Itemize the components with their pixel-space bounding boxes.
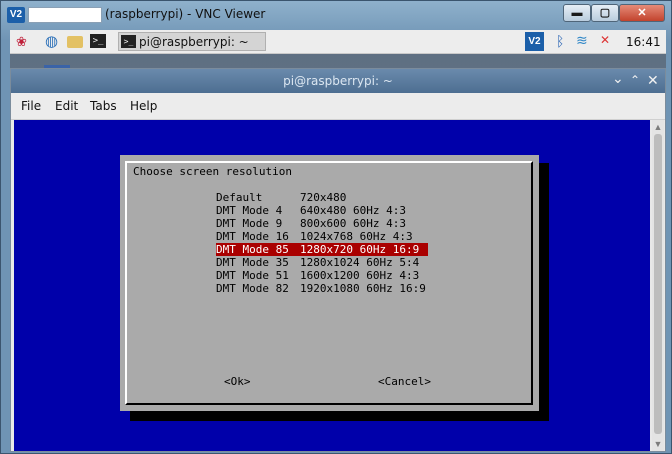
resolution-desc: 1024x768 60Hz 4:3 — [300, 230, 413, 243]
terminal-screen[interactable]: Choose screen resolution Default 720x480 D… — [14, 120, 650, 451]
cancel-button[interactable]: <Cancel> — [378, 375, 431, 388]
vnc-window-title: (raspberrypi) - VNC Viewer — [105, 7, 266, 21]
minimize-button[interactable]: ▬ — [563, 4, 591, 22]
wifi-icon[interactable]: ≋ — [576, 32, 588, 49]
resolution-desc: 1920x1080 60Hz 16:9 — [300, 282, 426, 295]
menu-edit[interactable]: Edit — [55, 99, 78, 113]
vnc-address-box — [28, 7, 102, 23]
resolution-option[interactable]: DMT Mode 82 1920x1080 60Hz 16:9 — [216, 282, 428, 295]
resolution-desc: 1600x1200 60Hz 4:3 — [300, 269, 420, 282]
resolution-mode: DMT Mode 4 — [216, 204, 283, 217]
resolution-dialog: Choose screen resolution Default 720x480 D… — [120, 155, 539, 411]
file-manager-icon[interactable] — [67, 36, 83, 48]
volume-muted-icon[interactable]: ✕ — [600, 33, 610, 47]
resolution-desc: 1280x720 60Hz 16:9 — [300, 243, 420, 256]
resolution-desc: 720x480 — [300, 191, 347, 204]
menu-tabs[interactable]: Tabs — [90, 99, 117, 113]
ok-button[interactable]: <Ok> — [224, 375, 251, 388]
resolution-mode: DMT Mode 35 — [216, 256, 289, 269]
resolution-option[interactable]: DMT Mode 35 1280x1024 60Hz 5:4 — [216, 256, 428, 269]
maximize-button[interactable]: ▢ — [591, 4, 619, 22]
scrollbar-thumb[interactable] — [654, 134, 662, 434]
resolution-desc: 640x480 60Hz 4:3 — [300, 204, 406, 217]
resolution-option[interactable]: DMT Mode 9 800x600 60Hz 4:3 — [216, 217, 428, 230]
resolution-option[interactable]: DMT Mode 4 640x480 60Hz 4:3 — [216, 204, 428, 217]
resolution-mode: DMT Mode 82 — [216, 282, 289, 295]
vnc-title-bar[interactable]: V2 (raspberrypi) - VNC Viewer ▬ ▢ ✕ — [1, 1, 672, 29]
resolution-option[interactable]: DMT Mode 16 1024x768 60Hz 4:3 — [216, 230, 428, 243]
resolution-list: Default 720x480 DMT Mode 4 640x480 60Hz 4:3… — [216, 191, 428, 295]
terminal-maximize-icon[interactable]: ⌃ — [630, 73, 640, 87]
terminal-title: pi@raspberrypi: ~ — [283, 74, 393, 88]
clock[interactable]: 16:41 — [626, 35, 661, 49]
raspberry-menu-icon[interactable]: ❀ — [13, 33, 30, 50]
web-browser-icon[interactable]: ◍ — [43, 33, 60, 50]
terminal-icon: >_ — [121, 35, 136, 48]
resolution-mode: Default — [216, 191, 263, 204]
resolution-mode: DMT Mode 51 — [216, 269, 289, 282]
dialog-heading: Choose screen resolution — [133, 165, 292, 178]
terminal-close-icon[interactable]: ✕ — [647, 72, 659, 89]
resolution-option[interactable]: DMT Mode 51 1600x1200 60Hz 4:3 — [216, 269, 428, 282]
terminal-icon[interactable]: >_ — [90, 34, 106, 48]
resolution-option[interactable]: DMT Mode 85 1280x720 60Hz 16:9 — [216, 243, 428, 256]
menu-file[interactable]: File — [21, 99, 41, 113]
scroll-up-icon[interactable]: ▲ — [652, 122, 664, 132]
menu-help[interactable]: Help — [130, 99, 157, 113]
bluetooth-icon[interactable]: ᛒ — [556, 33, 564, 49]
remote-desktop: ❀ ◍ >_ >_ pi@raspberrypi: ~ V2 ᛒ ≋ ✕ 16:… — [10, 30, 666, 452]
scroll-down-icon[interactable]: ▼ — [652, 439, 664, 449]
vnc-logo-icon: V2 — [7, 7, 25, 23]
terminal-scrollbar[interactable]: ▲ ▼ — [652, 120, 664, 451]
terminal-title-bar[interactable]: pi@raspberrypi: ~ ⌄ ⌃ ✕ — [11, 69, 665, 93]
resolution-mode: DMT Mode 9 — [216, 217, 283, 230]
vnc-server-icon[interactable]: V2 — [525, 32, 544, 51]
taskbar-terminal-label: pi@raspberrypi: ~ — [139, 35, 249, 49]
terminal-menu-bar: File Edit Tabs Help — [11, 93, 665, 120]
resolution-mode: DMT Mode 85 — [216, 243, 289, 256]
resolution-option[interactable]: Default 720x480 — [216, 191, 428, 204]
resolution-desc: 1280x1024 60Hz 5:4 — [300, 256, 420, 269]
taskbar-panel: ❀ ◍ >_ >_ pi@raspberrypi: ~ V2 ᛒ ≋ ✕ 16:… — [10, 30, 666, 54]
terminal-minimize-icon[interactable]: ⌄ — [612, 70, 624, 87]
resolution-mode: DMT Mode 16 — [216, 230, 289, 243]
taskbar-terminal-button[interactable]: >_ pi@raspberrypi: ~ — [118, 32, 266, 51]
resolution-desc: 800x600 60Hz 4:3 — [300, 217, 406, 230]
close-button[interactable]: ✕ — [619, 4, 665, 22]
terminal-window: pi@raspberrypi: ~ ⌄ ⌃ ✕ File Edit Tabs H… — [10, 68, 666, 452]
vnc-viewer-window: V2 (raspberrypi) - VNC Viewer ▬ ▢ ✕ ❀ ◍ … — [0, 0, 672, 454]
